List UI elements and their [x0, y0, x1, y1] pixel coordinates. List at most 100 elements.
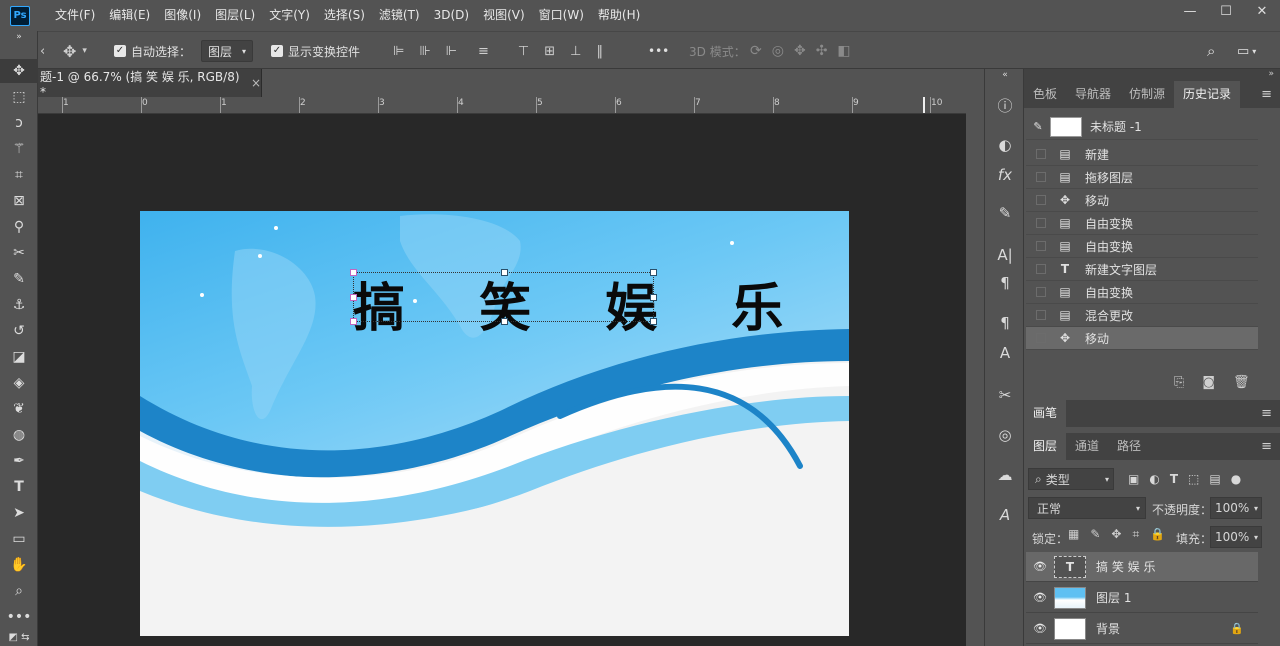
eyedropper-tool-icon[interactable]: ⚲: [0, 215, 38, 239]
camera-icon[interactable]: ◙: [1202, 375, 1215, 390]
more-options-button[interactable]: •••: [648, 32, 669, 70]
tab-brushes[interactable]: 画笔: [1024, 400, 1067, 427]
properties-icon[interactable]: ◎: [985, 421, 1025, 449]
workspace-icon[interactable]: ▭ ▾: [1237, 32, 1256, 70]
shape-filter-icon[interactable]: ⬚: [1188, 472, 1199, 486]
opacity-input[interactable]: 100% ▾: [1210, 497, 1262, 519]
close-tab-button[interactable]: ×: [251, 76, 261, 90]
search-icon[interactable]: ⌕: [1207, 32, 1215, 70]
new-document-from-state-icon[interactable]: ⎘: [1174, 375, 1184, 390]
align-left-icon[interactable]: ⊫: [393, 44, 404, 59]
paragraph-icon[interactable]: ¶: [985, 269, 1025, 297]
panel-menu-icon[interactable]: ≡: [1261, 400, 1272, 427]
tab-paths[interactable]: 路径: [1108, 433, 1150, 460]
history-brush-tool-icon[interactable]: ↺: [0, 319, 38, 343]
history-item[interactable]: ▤ 混合更改: [1026, 304, 1258, 327]
transform-handle[interactable]: [350, 318, 357, 325]
auto-select-checkbox[interactable]: ✓ 自动选择：: [114, 32, 191, 70]
transform-handle[interactable]: [650, 269, 657, 276]
adjustment-filter-icon[interactable]: ◐: [1149, 472, 1159, 486]
close-button[interactable]: ✕: [1244, 0, 1280, 22]
align-right-icon[interactable]: ⊩: [446, 44, 457, 59]
eraser-tool-icon[interactable]: ◪: [0, 345, 38, 369]
align-top-icon[interactable]: ⊤: [518, 44, 529, 59]
menu-layer[interactable]: 图层(L): [208, 0, 262, 31]
paint-bucket-tool-icon[interactable]: ◈: [0, 371, 38, 395]
lock-all-icon[interactable]: 🔒: [1150, 527, 1165, 542]
layer-row-background[interactable]: 👁 背景 🔒: [1026, 614, 1258, 644]
zoom-tool-icon[interactable]: ⌕: [0, 579, 38, 603]
libraries-icon[interactable]: ☁: [985, 461, 1025, 489]
menu-edit[interactable]: 编辑(E): [102, 0, 157, 31]
transform-handle[interactable]: [350, 269, 357, 276]
brush-settings-icon[interactable]: ✎: [985, 199, 1025, 227]
show-transform-checkbox[interactable]: ✓ 显示变换控件: [271, 32, 360, 70]
brush-tool-icon[interactable]: ✎: [0, 267, 38, 291]
tab-clone-source[interactable]: 仿制源: [1120, 81, 1174, 108]
tab-channels[interactable]: 通道: [1066, 433, 1108, 460]
smart-object-filter-icon[interactable]: ▤: [1209, 472, 1220, 486]
auto-select-dropdown[interactable]: 图层 ▾: [201, 32, 253, 70]
lock-transparent-icon[interactable]: ▦: [1068, 527, 1079, 542]
layer-row-text[interactable]: 👁 T 搞 笑 娱 乐: [1026, 552, 1258, 582]
frame-tool-icon[interactable]: ⊠: [0, 189, 38, 213]
menu-filter[interactable]: 滤镜(T): [372, 0, 427, 31]
menu-help[interactable]: 帮助(H): [591, 0, 647, 31]
move-tool-preset-icon[interactable]: ✥ ▾: [63, 32, 87, 70]
3d-camera-icon[interactable]: ◧: [837, 43, 850, 59]
transform-handle[interactable]: [650, 294, 657, 301]
align-bottom-icon[interactable]: ⊥: [570, 44, 581, 59]
fill-input[interactable]: 100% ▾: [1210, 526, 1262, 548]
align-vcenter-icon[interactable]: ⊞: [544, 44, 555, 59]
history-item[interactable]: ▤ 新建: [1026, 143, 1258, 166]
healing-brush-tool-icon[interactable]: ✂: [0, 241, 38, 265]
menu-type[interactable]: 文字(Y): [262, 0, 317, 31]
type-filter-icon[interactable]: T: [1170, 472, 1178, 486]
character-styles-icon[interactable]: A: [985, 339, 1025, 367]
character-icon[interactable]: A|: [985, 241, 1025, 269]
tab-history[interactable]: 历史记录: [1174, 81, 1241, 108]
adjustments-icon[interactable]: ◐: [985, 131, 1025, 159]
history-snapshot[interactable]: ✎ 未标题 -1: [1026, 114, 1258, 140]
history-item-selected[interactable]: ✥ 移动: [1026, 327, 1258, 350]
chevron-down-icon[interactable]: ▾: [1254, 504, 1258, 513]
transform-handle[interactable]: [650, 318, 657, 325]
history-item[interactable]: T 新建文字图层: [1026, 258, 1258, 281]
minimize-button[interactable]: —: [1172, 0, 1208, 22]
tool-presets-icon[interactable]: ✂: [985, 381, 1025, 409]
color-swap-icon[interactable]: ◩ ⇆: [0, 629, 38, 645]
magic-wand-tool-icon[interactable]: ⚚: [0, 137, 38, 161]
menu-view[interactable]: 视图(V): [476, 0, 532, 31]
eye-icon[interactable]: 👁: [1026, 560, 1054, 573]
info-icon[interactable]: ⓘ: [985, 91, 1025, 119]
eye-icon[interactable]: 👁: [1026, 622, 1054, 635]
styles-fx-icon[interactable]: fx: [985, 161, 1025, 189]
path-selection-tool-icon[interactable]: ➤: [0, 501, 38, 525]
collapse-arrows-icon[interactable]: «: [985, 69, 1025, 81]
eye-icon[interactable]: 👁: [1026, 591, 1054, 604]
pen-tool-icon[interactable]: ✒: [0, 449, 38, 473]
lock-image-icon[interactable]: ✎: [1090, 527, 1100, 542]
layer-row-image[interactable]: 👁 图层 1: [1026, 583, 1258, 613]
type-tool-icon[interactable]: T: [0, 475, 38, 499]
transform-bounding-box[interactable]: [350, 269, 657, 325]
blur-tool-icon[interactable]: ❦: [0, 397, 38, 421]
menu-image[interactable]: 图像(I): [157, 0, 208, 31]
collapse-arrows-icon[interactable]: »: [1024, 69, 1280, 81]
3d-pan-icon[interactable]: ✥: [794, 43, 806, 59]
history-item[interactable]: ▤ 自由变换: [1026, 235, 1258, 258]
pixel-filter-icon[interactable]: ▣: [1128, 472, 1139, 486]
transform-handle[interactable]: [501, 269, 508, 276]
collapse-arrows-icon[interactable]: ‹: [40, 32, 45, 70]
marquee-tool-icon[interactable]: ⬚: [0, 85, 38, 109]
history-item[interactable]: ✥ 移动: [1026, 189, 1258, 212]
panel-menu-icon[interactable]: ≡: [1261, 433, 1272, 460]
tab-layers[interactable]: 图层: [1024, 433, 1067, 460]
clone-stamp-tool-icon[interactable]: ⚓: [0, 293, 38, 317]
more-tools-icon[interactable]: •••: [0, 605, 38, 629]
transform-handle[interactable]: [350, 294, 357, 301]
filter-toggle-icon[interactable]: ●: [1231, 472, 1241, 486]
history-item[interactable]: ▤ 拖移图层: [1026, 166, 1258, 189]
3d-roll-icon[interactable]: ◎: [772, 43, 784, 59]
menu-window[interactable]: 窗口(W): [532, 0, 591, 31]
